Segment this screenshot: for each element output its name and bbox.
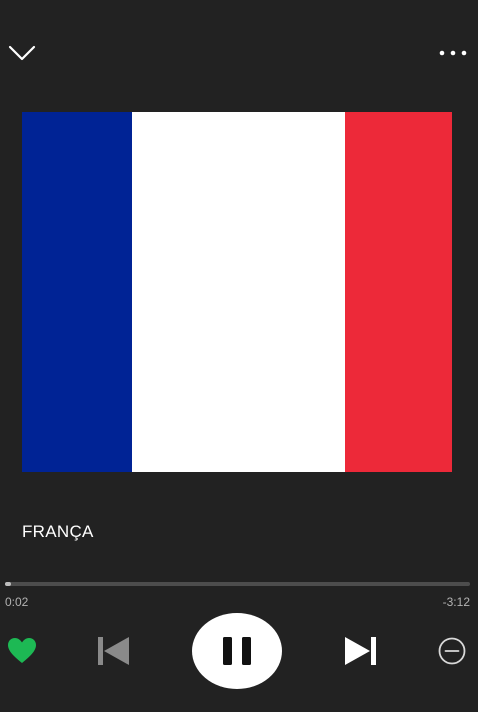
- pause-icon: [223, 637, 251, 665]
- next-track-button[interactable]: [341, 633, 381, 669]
- more-options-icon: [439, 50, 467, 56]
- elapsed-time: 0:02: [5, 595, 29, 609]
- progress-bar[interactable]: [5, 582, 470, 586]
- chevron-down-icon: [8, 45, 36, 61]
- heart-icon: [8, 638, 36, 663]
- skip-next-icon: [345, 637, 376, 665]
- pause-button[interactable]: [192, 613, 282, 689]
- player-header: [0, 0, 478, 100]
- previous-track-button[interactable]: [95, 633, 133, 669]
- flag-stripe-white: [132, 112, 345, 472]
- remaining-time: -3:12: [442, 595, 470, 609]
- track-title: FRANÇA: [22, 522, 94, 541]
- minus-circle-icon: [438, 637, 466, 665]
- album-artwork: [22, 112, 452, 472]
- more-options-button[interactable]: [436, 42, 470, 64]
- progress-fill: [5, 582, 11, 586]
- remove-button[interactable]: [436, 636, 468, 666]
- flag-stripe-blue: [22, 112, 132, 472]
- skip-previous-icon: [98, 637, 129, 665]
- collapse-button[interactable]: [6, 40, 38, 66]
- flag-stripe-red: [345, 112, 452, 472]
- like-button[interactable]: [6, 636, 38, 666]
